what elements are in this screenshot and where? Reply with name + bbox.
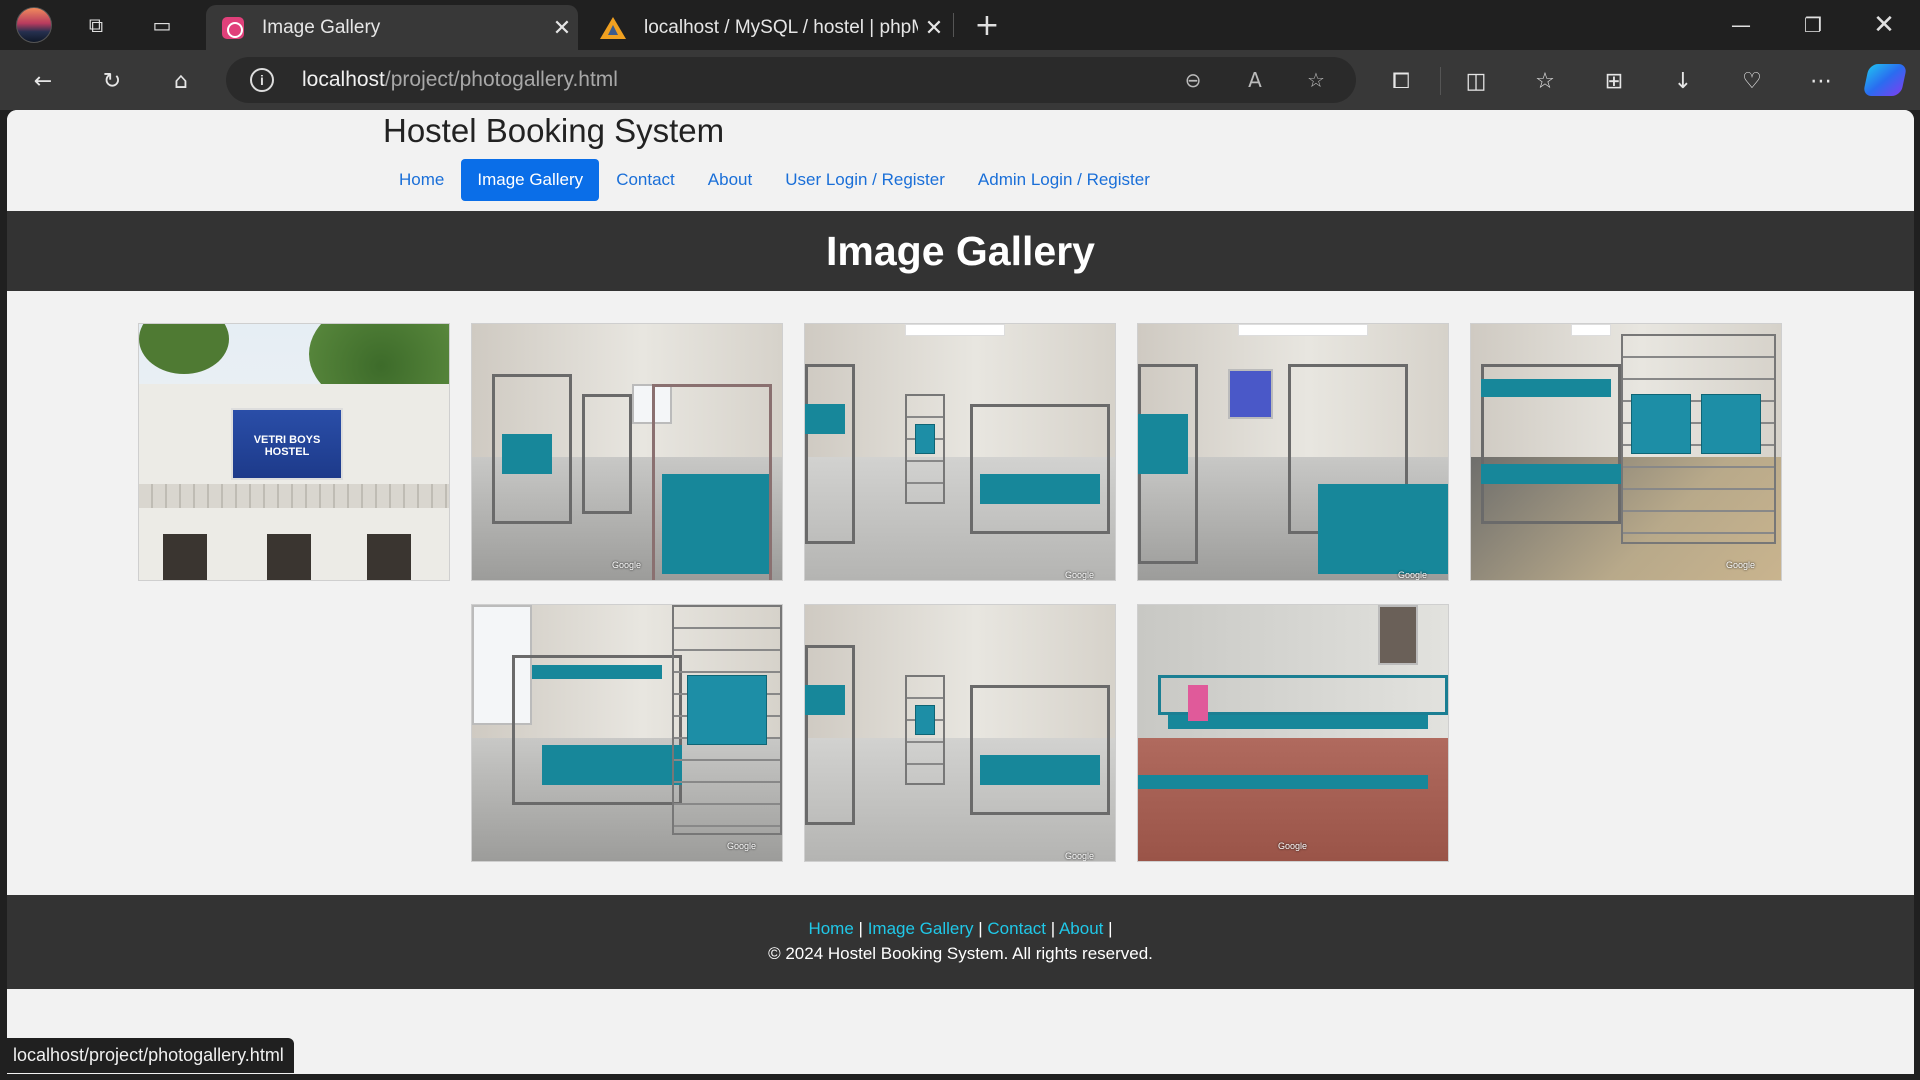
site-title: Hostel Booking System: [383, 112, 725, 149]
nav-contact[interactable]: Contact: [600, 159, 691, 201]
restore-icon[interactable]: ❐: [1797, 9, 1829, 41]
tab-title: localhost / MySQL / hostel | phpM: [644, 16, 918, 38]
tab-title: Image Gallery: [262, 16, 381, 38]
hostel-sign: VETRI BOYS HOSTEL: [231, 408, 343, 480]
photo-dorm-room[interactable]: Google: [804, 604, 1116, 862]
window-close-icon[interactable]: ✕: [1868, 9, 1900, 41]
footer-link-contact[interactable]: Contact: [987, 919, 1046, 938]
gallery-heading: Image Gallery: [826, 228, 1095, 274]
google-watermark: Google: [1398, 570, 1428, 580]
photo-dorm-room[interactable]: Google: [1470, 323, 1782, 581]
zoom-out-icon[interactable]: ⊖: [1178, 65, 1208, 95]
site-favicon-icon: [222, 16, 244, 39]
phpmyadmin-favicon-icon: [600, 16, 626, 39]
minimize-icon[interactable]: —: [1725, 9, 1757, 41]
favorites-icon[interactable]: ☆: [1528, 64, 1562, 98]
close-tab-icon[interactable]: ✕: [918, 15, 950, 41]
photo-dorm-room[interactable]: Google: [471, 604, 783, 862]
address-bar[interactable]: i localhost/project/photogallery.html ⊖ …: [226, 57, 1356, 103]
favorite-star-icon[interactable]: ☆: [1301, 65, 1331, 95]
google-watermark: Google: [1065, 851, 1095, 861]
site-header: Hostel Booking System Home Image Gallery…: [7, 110, 1914, 211]
status-url-tooltip: localhost/project/photogallery.html: [3, 1038, 294, 1073]
footer-link-about[interactable]: About: [1059, 919, 1103, 938]
footer-copyright: © 2024 Hostel Booking System. All rights…: [768, 944, 1153, 963]
read-aloud-icon[interactable]: A: [1240, 65, 1270, 95]
split-screen-icon[interactable]: ◫: [1459, 64, 1493, 98]
browser-essentials-icon[interactable]: ♡: [1735, 64, 1769, 98]
google-watermark: Google: [1065, 570, 1095, 580]
tab-separator: [953, 13, 954, 37]
footer-separator: |: [978, 919, 983, 938]
extensions-icon[interactable]: ⧠: [1384, 64, 1418, 98]
nav-about[interactable]: About: [692, 159, 768, 201]
new-tab-icon[interactable]: +: [971, 8, 1003, 43]
refresh-icon[interactable]: ↻: [95, 64, 129, 98]
tab-image-gallery[interactable]: Image Gallery ✕: [206, 5, 578, 50]
downloads-icon[interactable]: ↓: [1666, 64, 1700, 98]
profile-avatar[interactable]: [16, 7, 52, 43]
nav-image-gallery[interactable]: Image Gallery: [461, 159, 600, 201]
gallery-banner: Image Gallery: [7, 211, 1914, 291]
footer-separator: |: [1108, 919, 1113, 938]
google-watermark: Google: [1278, 841, 1308, 851]
toolbar-separator: [1440, 67, 1441, 95]
footer-separator: |: [1050, 919, 1056, 938]
google-watermark: Google: [1726, 560, 1756, 570]
address-url[interactable]: localhost/project/photogallery.html: [302, 68, 618, 92]
close-tab-icon[interactable]: ✕: [546, 15, 578, 41]
main-nav: Home Image Gallery Contact About User Lo…: [383, 159, 1167, 201]
photo-dining-room[interactable]: Google: [1137, 604, 1449, 862]
workspaces-icon[interactable]: ⧉: [80, 9, 112, 41]
collections-icon[interactable]: ⊞: [1597, 64, 1631, 98]
site-footer: Home | Image Gallery | Contact | About |…: [7, 895, 1914, 989]
site-info-icon[interactable]: i: [250, 68, 274, 92]
browser-toolbar: ← ↻ ⌂ i localhost/project/photogallery.h…: [0, 50, 1920, 110]
hostel-sign-text: VETRI BOYS HOSTEL: [253, 434, 321, 458]
footer-link-home[interactable]: Home: [808, 919, 853, 938]
photo-dorm-room[interactable]: Google: [471, 323, 783, 581]
nav-admin-login[interactable]: Admin Login / Register: [962, 159, 1166, 201]
photo-dorm-room[interactable]: Google: [804, 323, 1116, 581]
photo-hostel-exterior[interactable]: VETRI BOYS HOSTEL: [138, 323, 450, 581]
home-icon[interactable]: ⌂: [164, 64, 198, 98]
more-menu-icon[interactable]: ⋯: [1804, 64, 1838, 98]
browser-tab-bar: ⧉ ▭ Image Gallery ✕ localhost / MySQL / …: [0, 0, 1920, 50]
photo-dorm-room[interactable]: Google: [1137, 323, 1449, 581]
footer-separator: |: [858, 919, 863, 938]
footer-links: Home | Image Gallery | Contact | About |: [7, 919, 1914, 939]
nav-user-login[interactable]: User Login / Register: [769, 159, 961, 201]
back-icon[interactable]: ←: [26, 64, 60, 98]
nav-home[interactable]: Home: [383, 159, 460, 201]
footer-link-image-gallery[interactable]: Image Gallery: [868, 919, 974, 938]
vertical-tabs-icon[interactable]: ▭: [146, 9, 178, 41]
google-watermark: Google: [727, 841, 757, 851]
tab-phpmyadmin[interactable]: localhost / MySQL / hostel | phpM ✕: [584, 5, 950, 50]
google-watermark: Google: [612, 560, 642, 570]
page-viewport: Hostel Booking System Home Image Gallery…: [7, 110, 1914, 1074]
